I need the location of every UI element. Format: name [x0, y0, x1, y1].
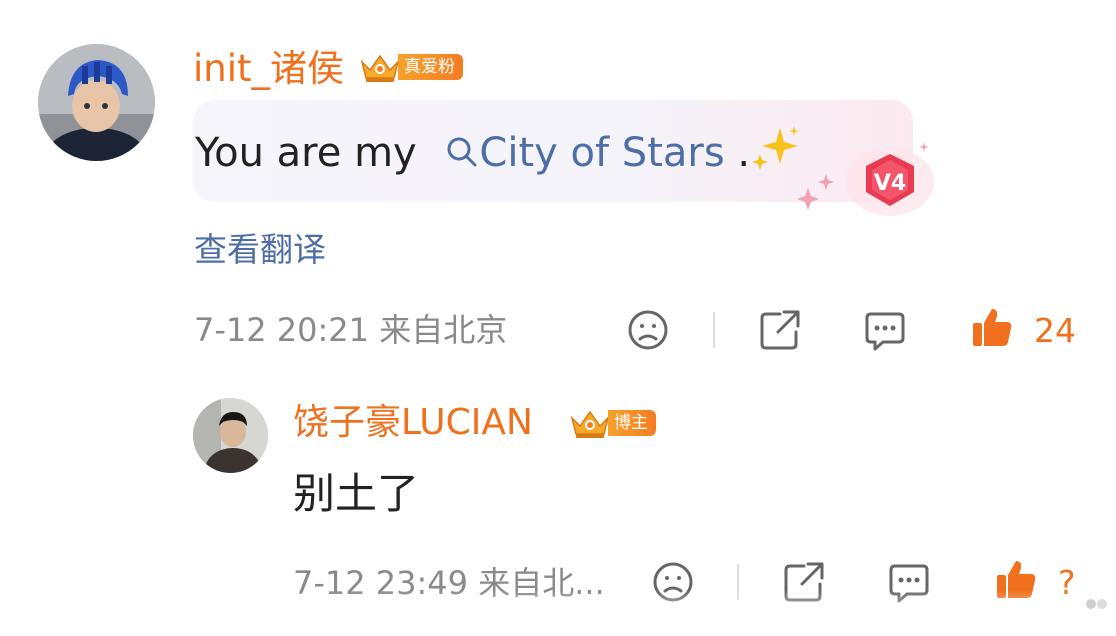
vip-badge-label: V4 — [874, 171, 906, 196]
like-count: 24 — [1034, 311, 1076, 350]
frown-face-icon[interactable] — [626, 308, 670, 352]
comment-meta: 7-12 20:21 来自北京 — [194, 311, 508, 349]
thumbs-up-icon[interactable] — [970, 305, 1014, 349]
share-icon[interactable] — [758, 308, 802, 352]
fan-badge-label: 真爱粉 — [398, 54, 463, 80]
topic-link-text: City of Stars — [479, 130, 725, 176]
comment-text-suffix: . — [724, 130, 751, 176]
username[interactable]: init_诸侯 — [193, 47, 344, 91]
role-badge-label: 博主 — [608, 410, 656, 436]
translate-link[interactable]: 查看翻译 — [194, 228, 326, 272]
topic-link[interactable]: City of Stars — [429, 130, 725, 176]
crown-icon — [570, 410, 610, 438]
role-badge[interactable]: 博主 — [568, 408, 656, 438]
avatar[interactable] — [38, 44, 155, 161]
comment-item: init_诸侯 真爱粉 You are my City of Stars . V… — [0, 0, 1116, 380]
comment-bubble-icon[interactable] — [863, 308, 907, 352]
fan-badge[interactable]: 真爱粉 — [358, 52, 463, 82]
reply-avatar[interactable] — [193, 398, 268, 473]
comment-text: You are my City of Stars . — [195, 124, 802, 178]
search-icon — [447, 137, 477, 167]
action-divider — [713, 312, 715, 348]
reply-text: 别土了 — [293, 469, 420, 518]
avatar-photo — [38, 44, 155, 161]
reply-username[interactable]: 饶子豪LUCIAN — [293, 401, 533, 445]
bottom-fade — [0, 590, 1116, 636]
watermark-icon — [1086, 599, 1107, 609]
crown-icon — [360, 54, 400, 82]
vip-badge-icon: V4 — [797, 142, 934, 216]
comment-text-prefix: You are my — [195, 130, 430, 176]
reply-avatar-photo — [193, 398, 268, 473]
